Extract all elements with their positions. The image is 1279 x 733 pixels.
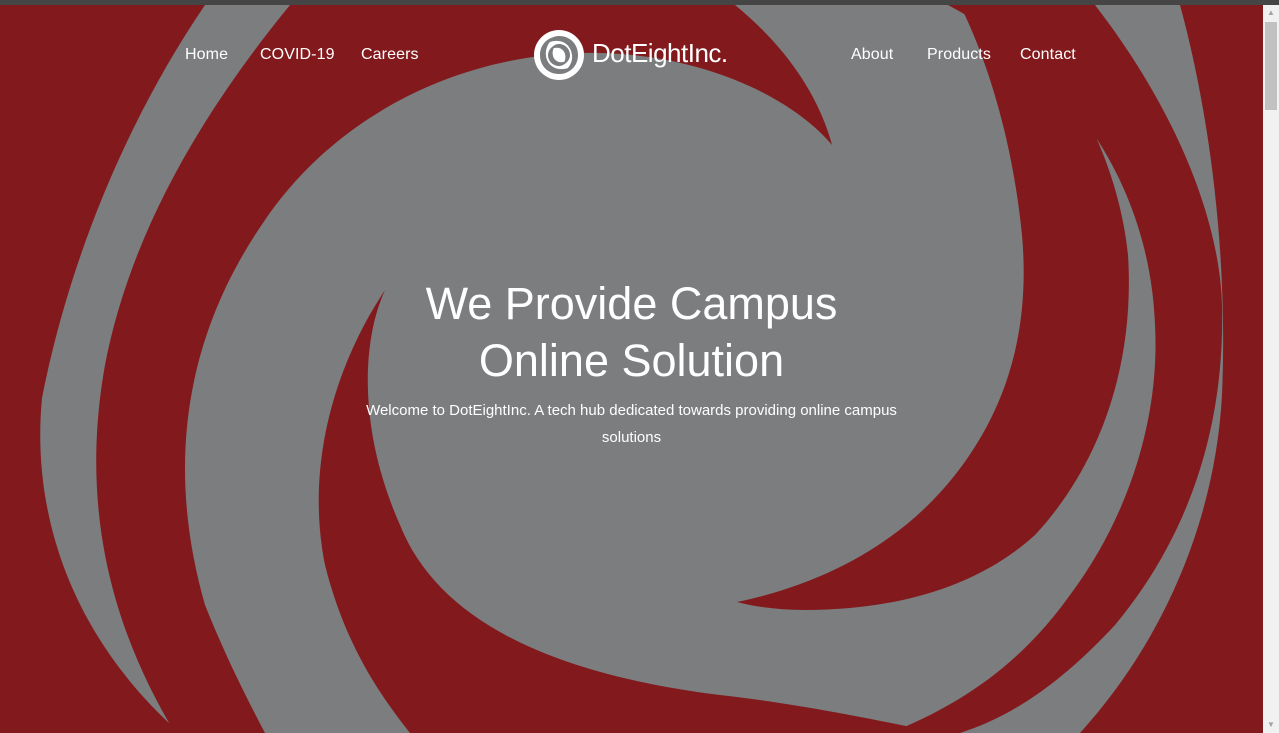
hero-subtitle-line-2: solutions: [601, 429, 662, 446]
hero-subtitle: Welcome to DotEightInc. A tech hub dedic…: [352, 397, 911, 451]
hero-title: We Provide Campus Online Solution: [340, 275, 923, 389]
vertical-scrollbar[interactable]: ▲ ▼: [1263, 5, 1279, 733]
hero-title-line-1: We Provide Campus: [425, 278, 838, 329]
hero-title-line-2: Online Solution: [478, 335, 785, 386]
hero-section: Home COVID-19 Careers DotEightInc. About…: [0, 5, 1263, 733]
scroll-up-arrow-icon[interactable]: ▲: [1263, 5, 1279, 21]
nav-products-link[interactable]: Products: [927, 46, 991, 64]
nav-careers-link[interactable]: Careers: [361, 46, 419, 64]
swirl-icon: [534, 30, 584, 80]
browser-viewport: Home COVID-19 Careers DotEightInc. About…: [0, 0, 1279, 733]
brand-name: DotEightInc.: [592, 37, 728, 68]
brand-logo-link[interactable]: DotEightInc.: [533, 29, 728, 81]
nav-home-link[interactable]: Home: [185, 46, 228, 64]
hero-subtitle-line-1: Welcome to DotEightInc. A tech hub dedic…: [366, 402, 897, 419]
scrollbar-thumb[interactable]: [1265, 22, 1277, 110]
nav-about-link[interactable]: About: [851, 46, 893, 64]
nav-contact-link[interactable]: Contact: [1020, 46, 1076, 64]
scroll-down-arrow-icon[interactable]: ▼: [1263, 717, 1279, 733]
nav-covid19-link[interactable]: COVID-19: [260, 46, 335, 64]
window-top-edge: [0, 0, 1279, 5]
